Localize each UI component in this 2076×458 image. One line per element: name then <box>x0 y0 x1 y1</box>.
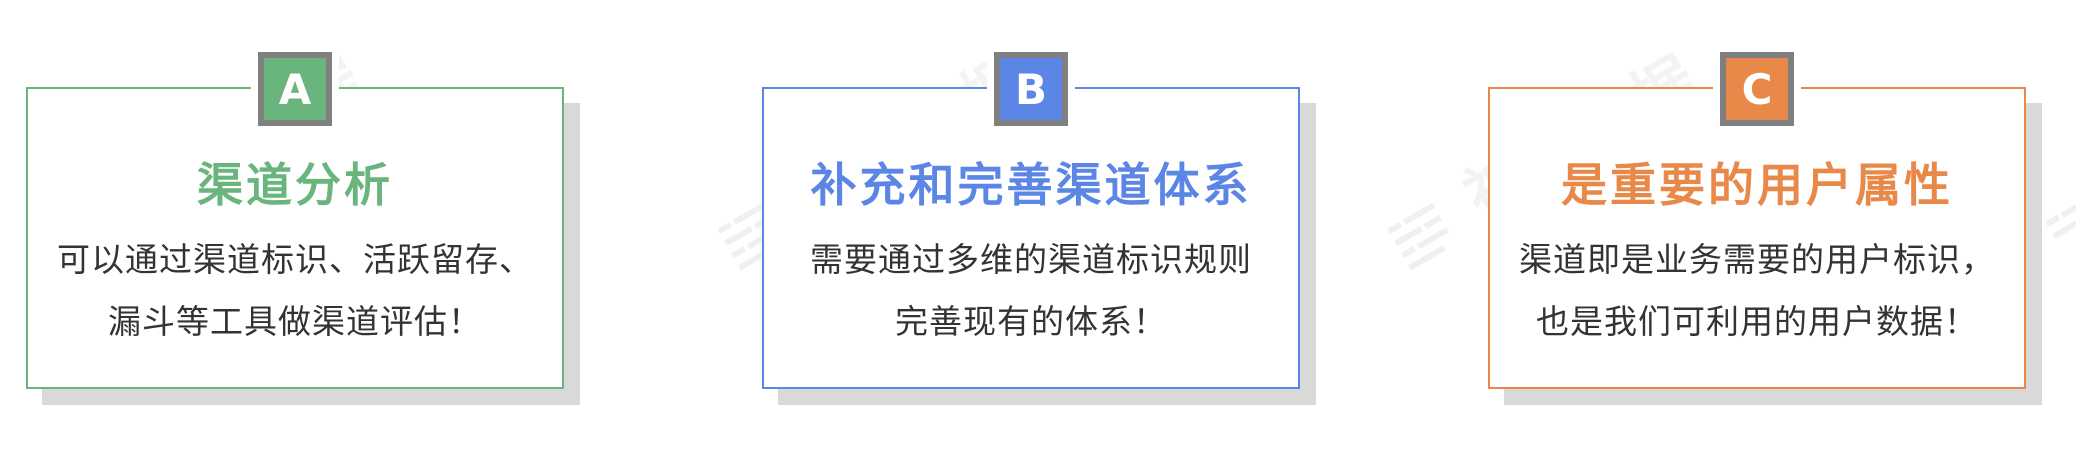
card-b: B 补充和完善渠道体系 需要通过多维的渠道标识规则 完善现有的体系！ <box>762 45 1316 405</box>
card-body: 可以通过渠道标识、活跃留存、 漏斗等工具做渠道评估！ <box>26 229 564 353</box>
canvas: 神策数据 SENSORS Data 神策数据 SENSORS Data 神策数据… <box>0 0 2076 458</box>
card-title: 补充和完善渠道体系 <box>810 158 1252 212</box>
card-body-line: 也是我们可利用的用户数据！ <box>1536 302 1978 341</box>
card-body-line: 渠道即是业务需要的用户标识， <box>1519 240 1995 279</box>
sensors-logo-watermark-icon <box>1388 202 1450 271</box>
card-c: C 是重要的用户属性 渠道即是业务需要的用户标识， 也是我们可利用的用户数据！ <box>1488 45 2042 405</box>
card-body: 需要通过多维的渠道标识规则 完善现有的体系！ <box>762 229 1300 353</box>
badge-a: A <box>264 58 326 120</box>
card-title: 是重要的用户属性 <box>1561 158 1953 212</box>
card-body: 渠道即是业务需要的用户标识， 也是我们可利用的用户数据！ <box>1488 229 2026 353</box>
card-title: 渠道分析 <box>197 158 393 212</box>
card-body-line: 漏斗等工具做渠道评估！ <box>108 302 482 341</box>
badge-c: C <box>1726 58 1788 120</box>
card-body-line: 可以通过渠道标识、活跃留存、 <box>57 240 533 279</box>
badge-b: B <box>1000 58 1062 120</box>
card-body-line: 需要通过多维的渠道标识规则 <box>810 240 1252 279</box>
sensors-logo-watermark-icon <box>2046 195 2076 240</box>
card-body-line: 完善现有的体系！ <box>895 302 1167 341</box>
card-a: A 渠道分析 可以通过渠道标识、活跃留存、 漏斗等工具做渠道评估！ <box>26 45 580 405</box>
